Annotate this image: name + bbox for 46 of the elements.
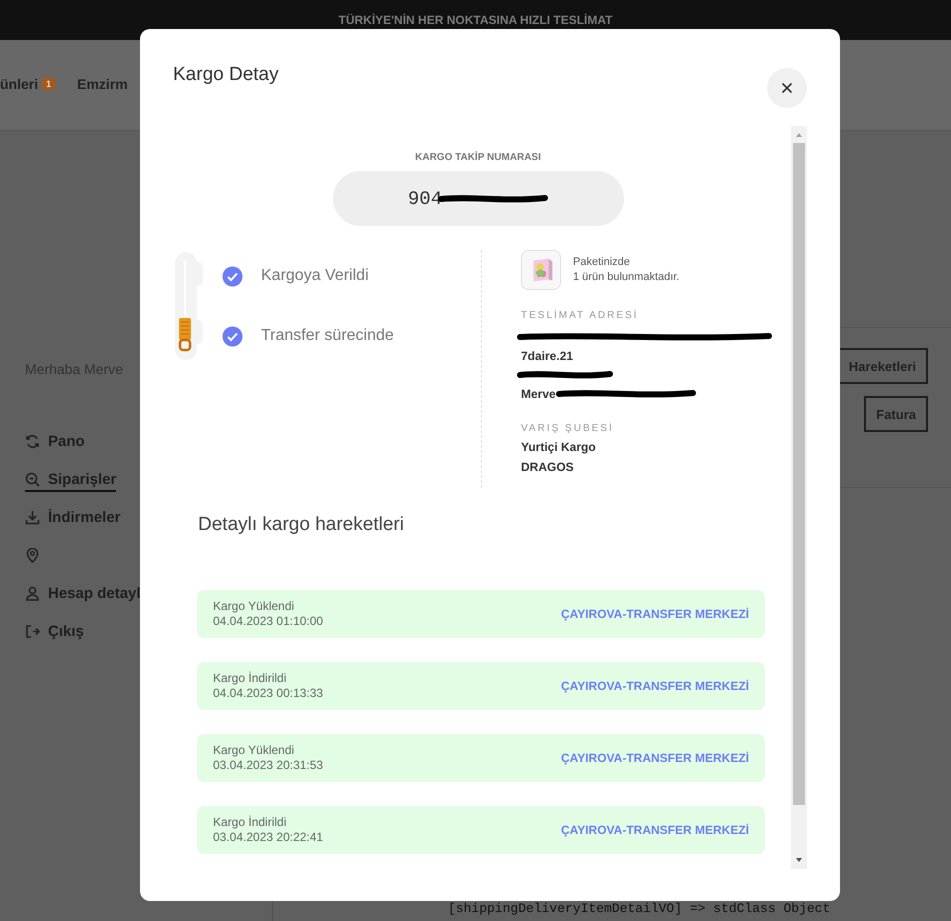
tracking-number: 904 [408,188,442,210]
section-title: Detaylı kargo hareketleri [198,514,405,536]
branch-text: Yurtiçi Kargo [521,440,597,456]
sidebar-item[interactable]: Hesap detayl [25,583,141,606]
sidebar-item[interactable]: İndirmeler [25,507,121,530]
movement-time: 03.04.2023 20:22:41 [213,830,324,845]
modal-title: Kargo Detay [173,64,280,86]
scrollbar-thumb[interactable] [793,143,805,805]
order-button[interactable]: Fatura [864,396,928,432]
tracking-label: KARGO TAKİP NUMARASI [414,152,542,163]
movement-location: ÇAYIROVA-TRANSFER MERKEZİ [560,679,749,693]
movement-time: 04.04.2023 01:10:00 [213,614,324,629]
branch-text: DRAGOS [521,460,575,476]
sidebar-item[interactable]: Pano [25,431,85,454]
movement-location: ÇAYIROVA-TRANSFER MERKEZİ [560,751,749,765]
refresh-icon [25,434,40,449]
download-icon [25,510,40,525]
movement-status: Kargo Yüklendi [213,743,296,758]
sidebar-item[interactable]: Siparişler [25,469,116,492]
sidebar-item[interactable]: Çıkış [25,621,84,644]
movement-time: 03.04.2023 20:31:53 [213,758,324,773]
address-text: 7daire.21 [521,348,574,362]
nav-link[interactable]: ünleri [0,76,38,92]
movement-status: Kargo İndirildi [213,671,288,686]
close-button[interactable] [767,68,807,108]
count-badge: 1 [42,78,56,90]
location-pin-icon [25,548,40,563]
search-icon [25,472,40,487]
movement-location: ÇAYIROVA-TRANSFER MERKEZİ [560,823,749,837]
debug-output-text: [shippingDeliveryItemDetailVO] => stdClass Object [448,901,832,918]
step-label: Kargoya Verildi [261,267,369,285]
section-caption: TESLİMAT ADRESİ [521,310,640,321]
user-icon [25,586,40,601]
movement-status: Kargo İndirildi [213,815,288,830]
package-title: Paketinizde [573,255,631,270]
section-caption: VARIŞ ŞUBESİ [521,423,615,434]
address-text: Merve [521,386,556,400]
close-icon [781,82,793,94]
movement-status: Kargo Yüklendi [213,599,296,614]
nav-link[interactable]: Emzirm [77,76,128,92]
promo-banner-text: TÜRKİYE'NİN HER NOKTASINA HIZLI TESLİMAT [338,13,612,27]
package-count-text: 1 ürün bulunmaktadır. [573,270,680,285]
step-label: Transfer sürecinde [261,327,394,345]
movement-time: 04.04.2023 00:13:33 [213,686,324,701]
logout-icon [25,624,40,639]
movement-location: ÇAYIROVA-TRANSFER MERKEZİ [560,607,749,621]
